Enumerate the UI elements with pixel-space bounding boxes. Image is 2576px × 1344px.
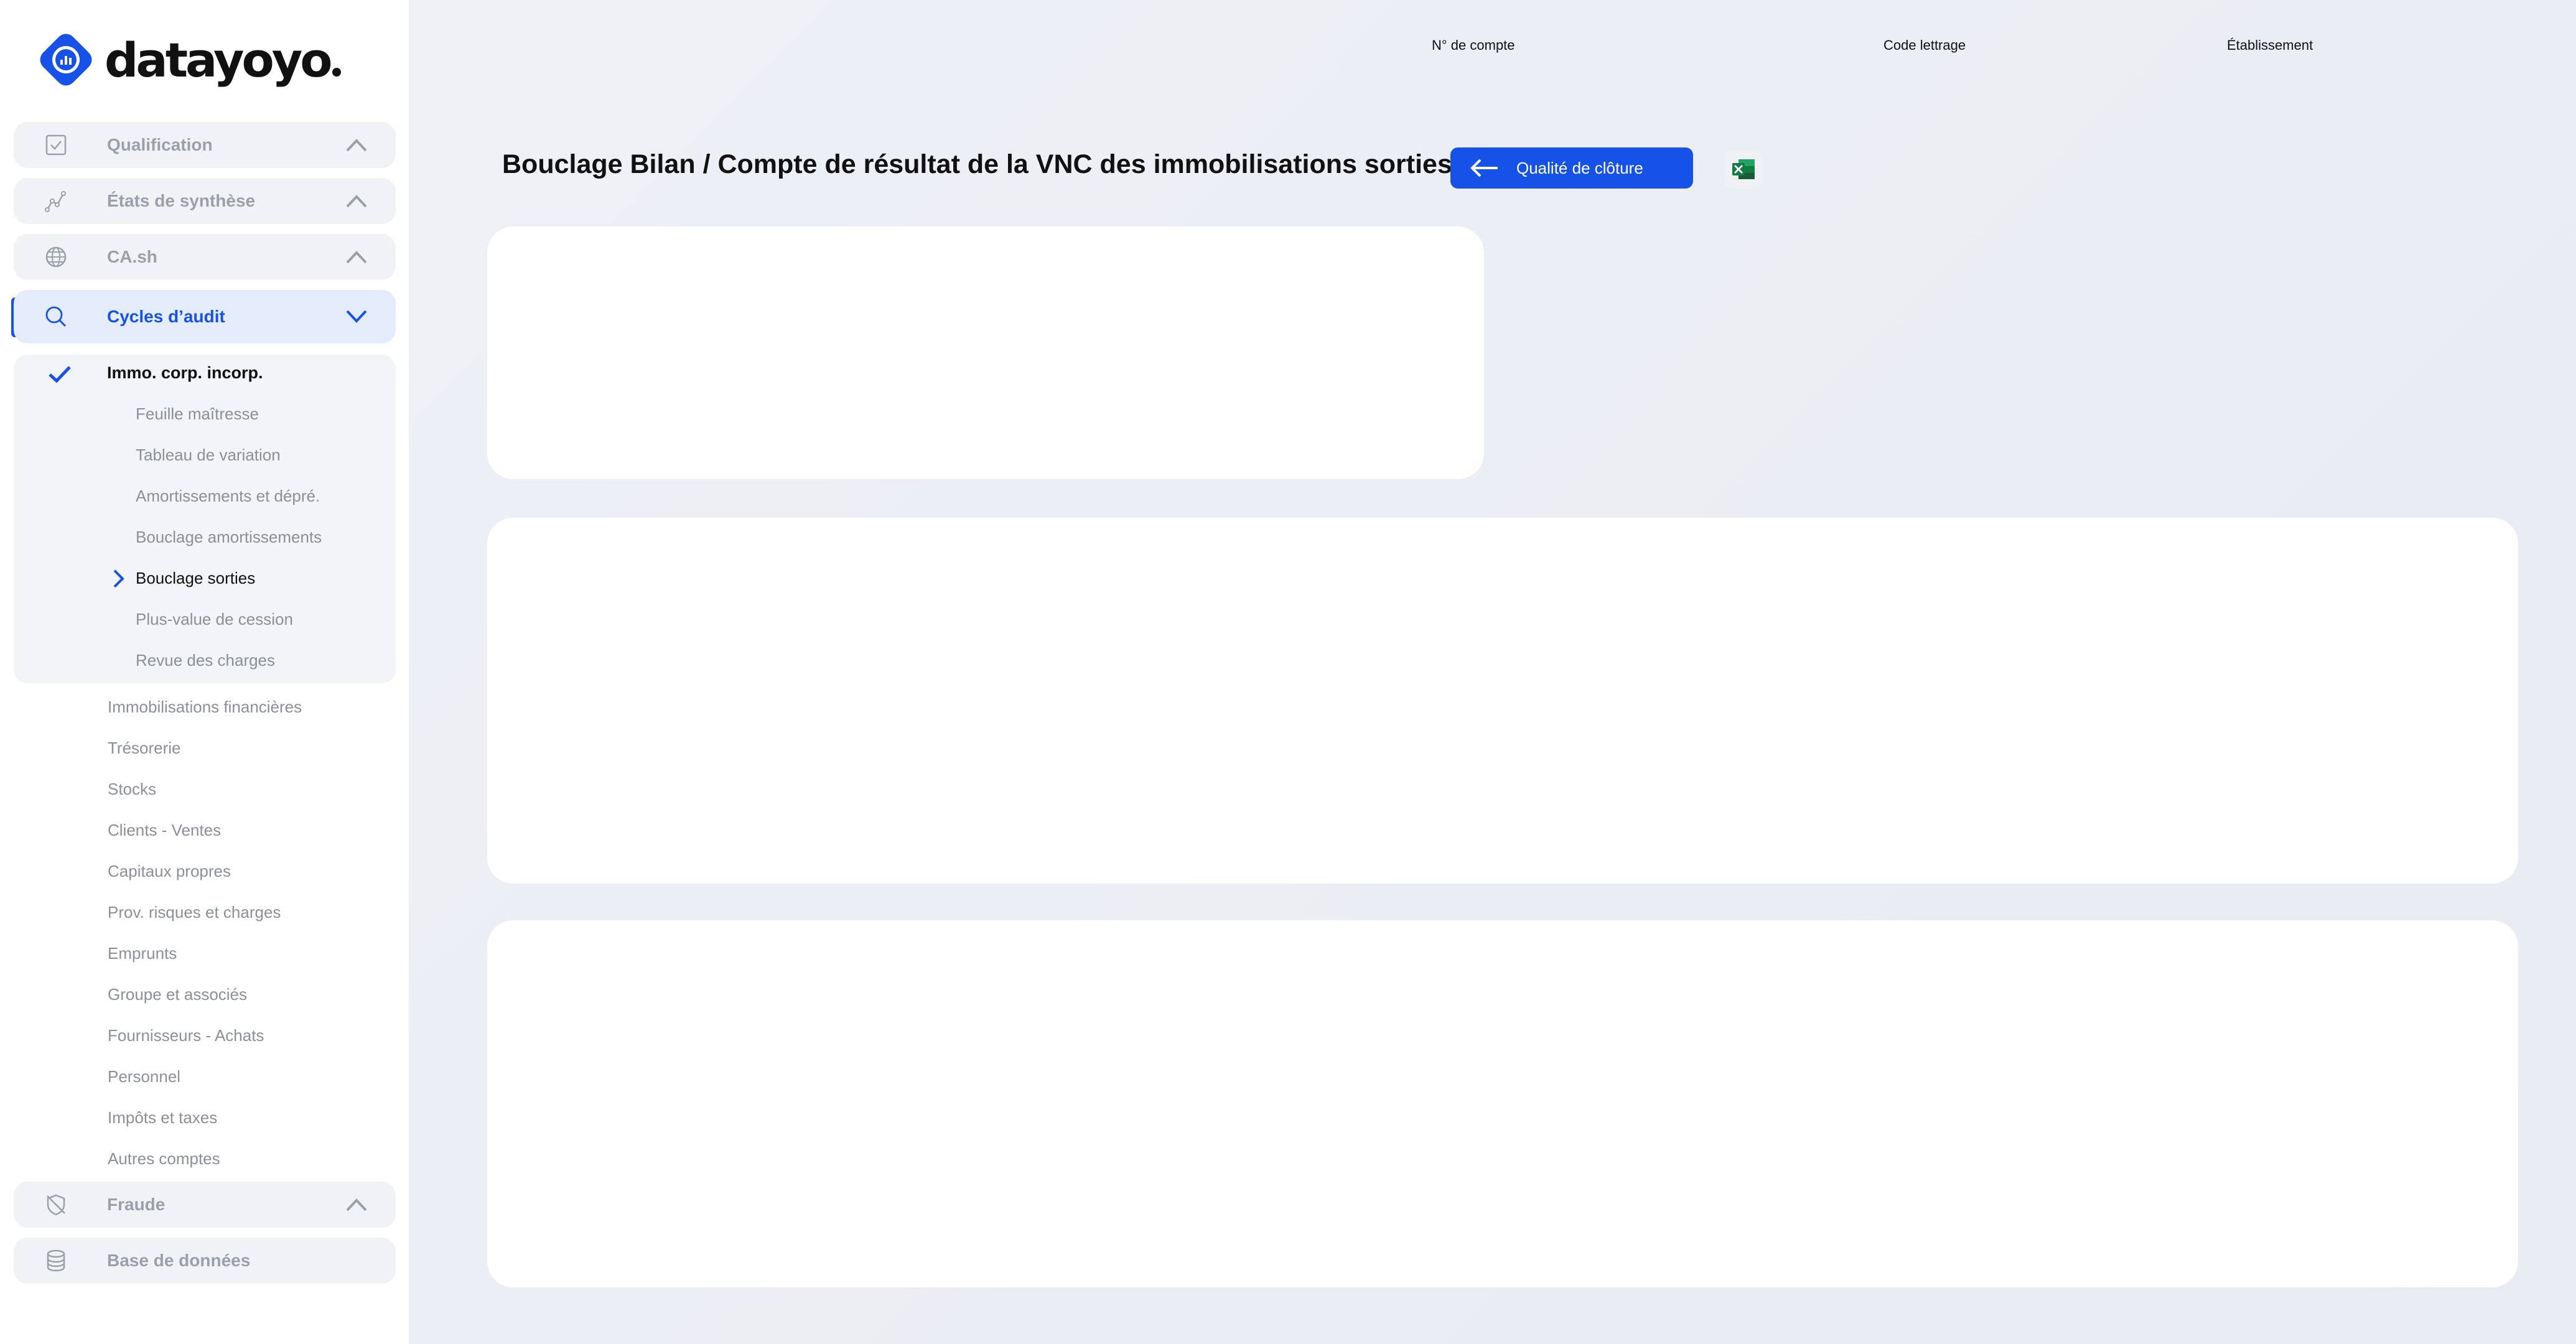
cycle-item-capitaux-propres[interactable]: Capitaux propres: [108, 862, 231, 881]
sidebar-section-fraude[interactable]: Fraude: [14, 1182, 396, 1228]
cycle-item-personnel[interactable]: Personnel: [108, 1067, 180, 1086]
sidebar-section-ca-sh[interactable]: CA.sh: [14, 234, 396, 280]
sidebar-section-label: Qualification: [107, 135, 213, 154]
sidebar-section-label: CA.sh: [107, 247, 157, 266]
sidebar-section-etats-de-synthese[interactable]: États de synthèse: [14, 178, 396, 224]
sidebar-section-label: Cycles d’audit: [107, 307, 225, 326]
cycle-item-fournisseurs-achats[interactable]: Fournisseurs - Achats: [108, 1026, 264, 1045]
search-icon: [45, 306, 67, 327]
shield-slash-icon: [47, 1194, 65, 1216]
cycle-item-emprunts[interactable]: Emprunts: [108, 944, 177, 963]
chart-line-icon: [45, 191, 66, 212]
submenu-item-plus-value-de-cession[interactable]: Plus-value de cession: [136, 610, 293, 629]
cycle-item-groupe-associes[interactable]: Groupe et associés: [108, 985, 247, 1004]
chevron-right-icon: [113, 569, 124, 588]
header-column-numero-compte[interactable]: N° de compte: [1432, 37, 1515, 54]
sidebar: datayoyo Qualification États de synthèse…: [0, 0, 409, 1344]
submenu-title[interactable]: Immo. corp. incorp.: [107, 363, 263, 383]
datayoyo-logo-icon: [40, 34, 92, 86]
header-column-etablissement[interactable]: Établissement: [2227, 37, 2313, 54]
sidebar-section-label: Fraude: [107, 1195, 166, 1214]
chevron-up-icon[interactable]: [345, 248, 368, 266]
submenu-item-tableau-de-variation[interactable]: Tableau de variation: [136, 446, 281, 465]
back-to-qualite-cloture-button[interactable]: Qualité de clôture: [1450, 147, 1693, 189]
brand-name: datayoyo: [105, 32, 332, 88]
cycle-item-prov-risques-charges[interactable]: Prov. risques et charges: [108, 903, 281, 922]
header-column-code-lettrage[interactable]: Code lettrage: [1883, 37, 1966, 54]
chevron-up-icon[interactable]: [345, 136, 368, 154]
cycle-item-impots-taxes[interactable]: Impôts et taxes: [108, 1108, 217, 1127]
cycle-item-stocks[interactable]: Stocks: [108, 780, 156, 799]
content-card-1: [487, 518, 2518, 884]
submenu-item-feuille-maitresse[interactable]: Feuille maîtresse: [136, 404, 259, 424]
content-card-2: [487, 920, 2518, 1287]
app-window: datayoyo Qualification États de synthèse…: [0, 0, 2576, 1344]
submenu-item-revue-des-charges[interactable]: Revue des charges: [136, 651, 275, 670]
arrow-left-icon: [1470, 159, 1498, 177]
brand-dot: [332, 68, 342, 77]
check-icon: [49, 366, 71, 383]
cycle-item-tresorerie[interactable]: Trésorerie: [108, 739, 181, 758]
database-icon: [47, 1249, 65, 1272]
summary-card: [487, 226, 1484, 479]
export-excel-button[interactable]: [1725, 151, 1762, 188]
chevron-up-icon[interactable]: [345, 1195, 368, 1214]
cycle-item-clients-ventes[interactable]: Clients - Ventes: [108, 821, 221, 840]
brand-logo[interactable]: datayoyo: [36, 29, 342, 91]
submenu-item-amortissements[interactable]: Amortissements et dépré.: [136, 487, 320, 506]
sidebar-section-label: États de synthèse: [107, 191, 256, 210]
sidebar-section-cycles-audit[interactable]: Cycles d’audit: [14, 290, 396, 343]
chevron-up-icon[interactable]: [345, 192, 368, 210]
chevron-down-icon[interactable]: [345, 307, 368, 326]
cycle-item-autres-comptes[interactable]: Autres comptes: [108, 1149, 220, 1169]
sidebar-section-base-de-donnees[interactable]: Base de données: [14, 1238, 396, 1284]
sidebar-section-qualification[interactable]: Qualification: [14, 122, 396, 168]
back-button-label: Qualité de clôture: [1516, 159, 1643, 177]
cycle-item-immobilisations-financieres[interactable]: Immobilisations financières: [108, 698, 302, 717]
submenu-item-bouclage-amortissements[interactable]: Bouclage amortissements: [136, 528, 322, 547]
submenu-item-bouclage-sorties[interactable]: Bouclage sorties: [136, 569, 255, 588]
globe-icon: [45, 246, 67, 268]
page-title: Bouclage Bilan / Compte de résultat de l…: [502, 149, 1452, 179]
excel-icon: [1732, 159, 1755, 179]
sidebar-section-label: Base de données: [107, 1251, 251, 1270]
checkbox-icon: [45, 134, 67, 156]
